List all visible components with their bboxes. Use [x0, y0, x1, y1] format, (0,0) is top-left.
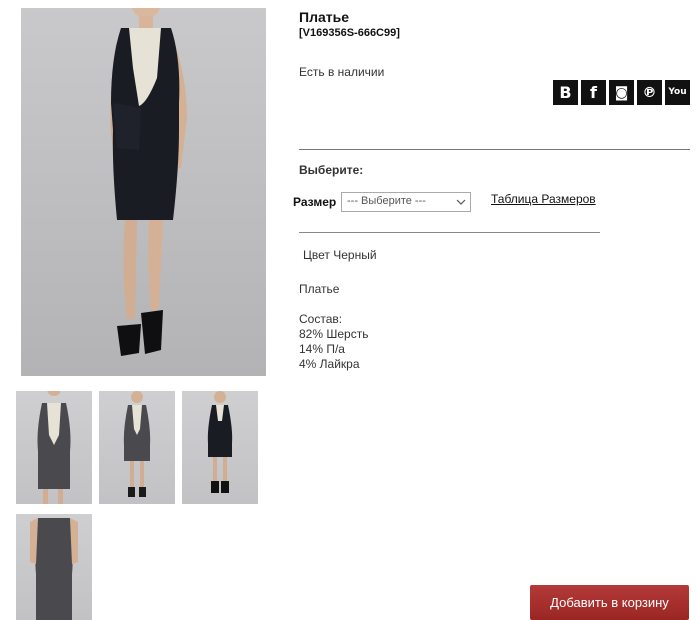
composition-block: Состав: 82% Шерсть 14% П/а 4% Лайкра	[299, 312, 368, 372]
composition-heading: Состав:	[299, 312, 343, 326]
main-product-image[interactable]	[21, 8, 266, 376]
stock-status: Есть в наличии	[299, 65, 385, 79]
thumbnail-1[interactable]	[16, 391, 92, 504]
divider	[299, 149, 690, 150]
social-share-bar: B f ◙ ℗ You	[553, 80, 690, 105]
add-to-cart-button[interactable]: Добавить в корзину	[530, 585, 689, 620]
thumbnail-4[interactable]	[16, 514, 92, 620]
size-table-link[interactable]: Таблица Размеров	[491, 192, 596, 206]
composition-line: 14% П/а	[299, 342, 345, 356]
product-description: Платье	[299, 282, 340, 296]
pinterest-icon[interactable]: ℗	[637, 80, 662, 105]
divider	[299, 232, 600, 233]
composition-line: 82% Шерсть	[299, 327, 369, 341]
facebook-icon[interactable]: f	[581, 80, 606, 105]
composition-line: 4% Лайкра	[299, 357, 360, 371]
choose-label: Выберите:	[299, 163, 364, 177]
size-label: Размер	[293, 195, 337, 209]
thumbnail-2[interactable]	[99, 391, 175, 504]
youtube-icon[interactable]: You	[665, 80, 690, 105]
size-select-value: --- Выберите ---	[347, 195, 426, 207]
product-sku: [V169356S-666C99]	[299, 27, 400, 39]
thumbnail-3[interactable]	[182, 391, 258, 504]
product-title: Платье	[299, 9, 349, 25]
color-text: Цвет Черный	[303, 248, 377, 262]
instagram-icon[interactable]: ◙	[609, 80, 634, 105]
chevron-down-icon	[456, 199, 466, 205]
size-select[interactable]: --- Выберите ---	[341, 192, 471, 212]
vk-icon[interactable]: B	[553, 80, 578, 105]
